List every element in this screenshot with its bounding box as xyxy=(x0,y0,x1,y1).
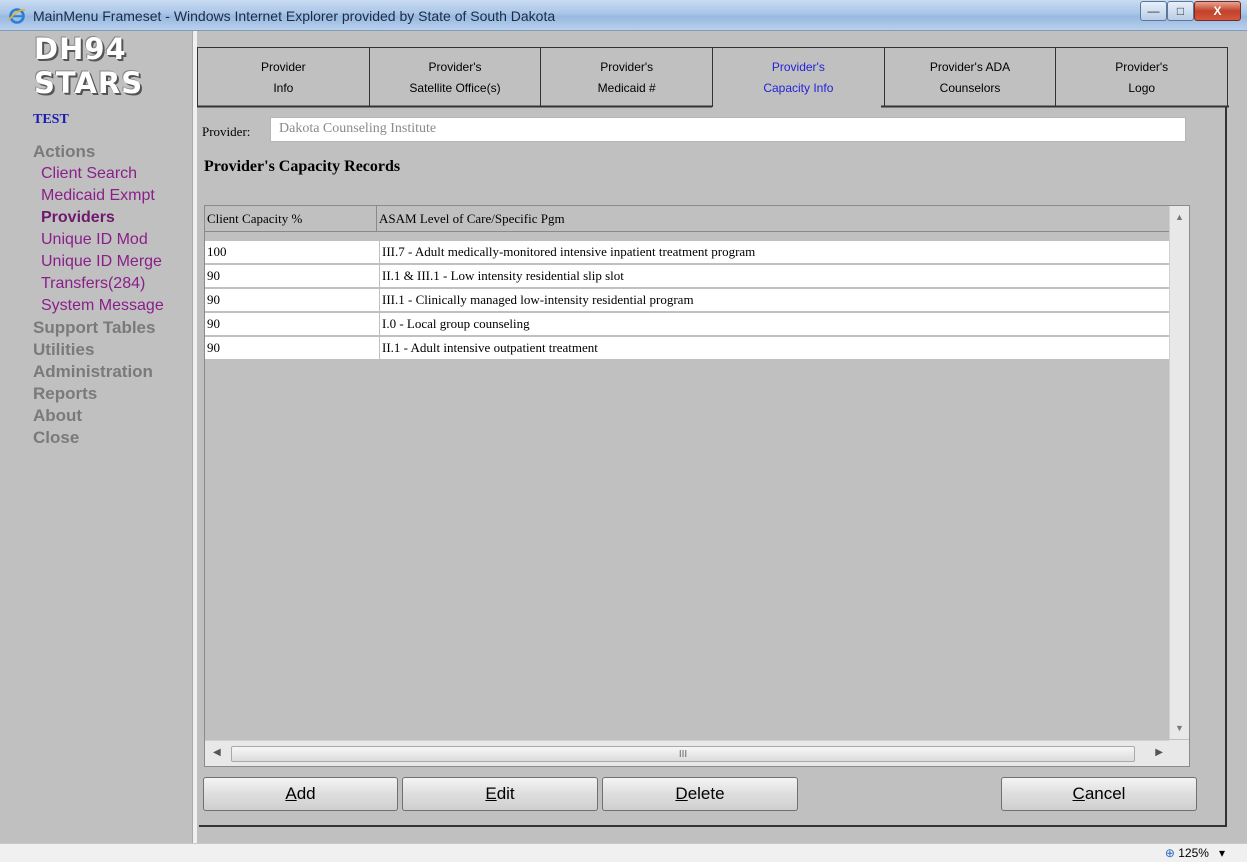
window-title: MainMenu Frameset - Windows Internet Exp… xyxy=(33,8,556,24)
cell-capacity: 90 xyxy=(205,265,380,287)
menu-header-about[interactable]: About xyxy=(33,405,164,427)
cell-asam-level: II.1 - Adult intensive outpatient treatm… xyxy=(382,340,598,355)
cell-asam-level: III.7 - Adult medically-monitored intens… xyxy=(382,244,756,259)
app-logo: DH94 STARS xyxy=(34,32,143,100)
tab-line2: Logo xyxy=(1128,80,1156,95)
cell-asam-level: I.0 - Local group counseling xyxy=(382,316,530,331)
add-button[interactable]: Add xyxy=(203,777,398,811)
menu-item-providers[interactable]: Providers xyxy=(33,207,164,229)
scroll-left-arrow-icon[interactable]: ◀ xyxy=(213,747,221,758)
horizontal-scrollbar[interactable]: ◀ III ▶ xyxy=(205,740,1171,766)
edit-label-rest: dit xyxy=(496,784,515,803)
table-row[interactable]: 90 II.1 - Adult intensive outpatient tre… xyxy=(205,337,1169,361)
delete-button[interactable]: Delete xyxy=(602,777,798,811)
scroll-down-arrow-icon[interactable]: ▼ xyxy=(1175,723,1184,733)
tab-satellite-offices[interactable]: Provider's Satellite Office(s) xyxy=(368,47,542,107)
column-header-client-capacity[interactable]: Client Capacity % xyxy=(205,206,377,231)
menu-item-unique-id-mod[interactable]: Unique ID Mod xyxy=(33,229,164,251)
tab-line1: Provider's xyxy=(428,59,482,74)
sidebar-menu: Actions Client Search Medicaid Exmpt Pro… xyxy=(33,141,164,449)
table-row[interactable]: 90 II.1 & III.1 - Low intensity resident… xyxy=(205,265,1169,289)
logo-line2: STARS xyxy=(34,66,144,100)
zoom-icon: ⊕ xyxy=(1164,846,1175,860)
logo-line1: DH94 xyxy=(34,32,127,66)
zoom-dropdown-icon[interactable]: ▾ xyxy=(1212,846,1225,860)
sidebar-divider[interactable] xyxy=(192,31,197,843)
menu-header-support-tables[interactable]: Support Tables xyxy=(33,317,164,339)
scroll-up-arrow-icon[interactable]: ▲ xyxy=(1175,212,1184,222)
tab-line2: Satellite Office(s) xyxy=(409,80,501,95)
zoom-control[interactable]: ⊕ 125% ▾ xyxy=(1165,846,1225,860)
edit-accelerator: E xyxy=(485,784,497,803)
cell-capacity: 90 xyxy=(205,289,380,311)
tab-line1: Provider's xyxy=(771,59,825,74)
tab-line1: Provider's ADA xyxy=(929,59,1011,74)
grid-header: Client Capacity % ASAM Level of Care/Spe… xyxy=(205,206,1171,232)
menu-header-utilities[interactable]: Utilities xyxy=(33,339,164,361)
tab-medicaid-number[interactable]: Provider's Medicaid # xyxy=(540,47,714,107)
internet-explorer-icon xyxy=(8,8,26,24)
cancel-label-rest: ancel xyxy=(1084,784,1126,803)
scrollbar-corner xyxy=(1169,740,1189,766)
close-window-button[interactable]: X xyxy=(1194,1,1241,21)
maximize-button[interactable]: □ xyxy=(1167,1,1194,21)
vertical-scrollbar[interactable]: ▲ ▼ xyxy=(1169,206,1189,739)
table-row[interactable]: 90 I.0 - Local group counseling xyxy=(205,313,1169,337)
edit-button[interactable]: Edit xyxy=(402,777,598,811)
delete-accelerator: D xyxy=(675,784,688,803)
scroll-right-arrow-icon[interactable]: ▶ xyxy=(1155,747,1163,758)
tab-line2: Counselors xyxy=(939,80,1001,95)
capacity-records-grid: Client Capacity % ASAM Level of Care/Spe… xyxy=(204,205,1190,767)
tab-line2: Medicaid # xyxy=(597,80,656,95)
tab-capacity-info[interactable]: Provider's Capacity Info xyxy=(712,47,885,107)
grid-body: 100 III.7 - Adult medically-monitored in… xyxy=(205,241,1169,361)
menu-header-reports[interactable]: Reports xyxy=(33,383,164,405)
menu-header-administration[interactable]: Administration xyxy=(33,361,164,383)
cancel-button[interactable]: Cancel xyxy=(1001,777,1197,811)
cancel-accelerator: C xyxy=(1072,784,1085,803)
cell-asam-level: II.1 & III.1 - Low intensity residential… xyxy=(382,268,624,283)
menu-item-system-message[interactable]: System Message xyxy=(33,295,164,317)
horizontal-scroll-thumb[interactable]: III xyxy=(231,746,1135,762)
provider-tabs: Provider Info Provider's Satellite Offic… xyxy=(197,47,1229,107)
tab-line2: Capacity Info xyxy=(763,80,834,95)
tab-line1: Provider's xyxy=(600,59,654,74)
zoom-level: 125% xyxy=(1178,846,1209,860)
menu-header-actions[interactable]: Actions xyxy=(33,141,164,163)
delete-label-rest: elete xyxy=(687,784,725,803)
tab-line1: Provider xyxy=(260,59,306,74)
menu-header-close[interactable]: Close xyxy=(33,427,164,449)
window-title-bar[interactable]: MainMenu Frameset - Windows Internet Exp… xyxy=(0,0,1247,31)
tab-provider-info[interactable]: Provider Info xyxy=(197,47,370,107)
section-title: Provider's Capacity Records xyxy=(204,158,401,175)
minimize-button[interactable]: — xyxy=(1140,1,1167,21)
cell-asam-level: III.1 - Clinically managed low-intensity… xyxy=(382,292,694,307)
add-label-rest: dd xyxy=(296,784,316,803)
tab-line2: Info xyxy=(273,80,294,95)
provider-name-field[interactable]: Dakota Counseling Institute xyxy=(270,117,1186,142)
menu-item-unique-id-merge[interactable]: Unique ID Merge xyxy=(33,251,164,273)
cell-capacity: 90 xyxy=(205,337,380,359)
tab-logo[interactable]: Provider's Logo xyxy=(1055,47,1229,107)
table-row[interactable]: 90 III.1 - Clinically managed low-intens… xyxy=(205,289,1169,313)
cell-capacity: 90 xyxy=(205,313,380,335)
tab-ada-counselors[interactable]: Provider's ADA Counselors xyxy=(883,47,1057,107)
window-controls: — □ X xyxy=(1140,1,1241,21)
cell-capacity: 100 xyxy=(205,241,380,263)
status-bar: ⊕ 125% ▾ xyxy=(0,843,1247,862)
menu-item-transfers[interactable]: Transfers(284) xyxy=(33,273,164,295)
table-row[interactable]: 100 III.7 - Adult medically-monitored in… xyxy=(205,241,1169,265)
column-header-asam-level[interactable]: ASAM Level of Care/Specific Pgm xyxy=(377,206,1171,231)
provider-label: Provider: xyxy=(202,124,251,139)
add-accelerator: A xyxy=(285,784,297,803)
environment-label: TEST xyxy=(33,112,69,127)
menu-item-client-search[interactable]: Client Search xyxy=(33,163,164,185)
menu-item-medicaid-exmpt[interactable]: Medicaid Exmpt xyxy=(33,185,164,207)
tab-line1: Provider's xyxy=(1115,59,1169,74)
